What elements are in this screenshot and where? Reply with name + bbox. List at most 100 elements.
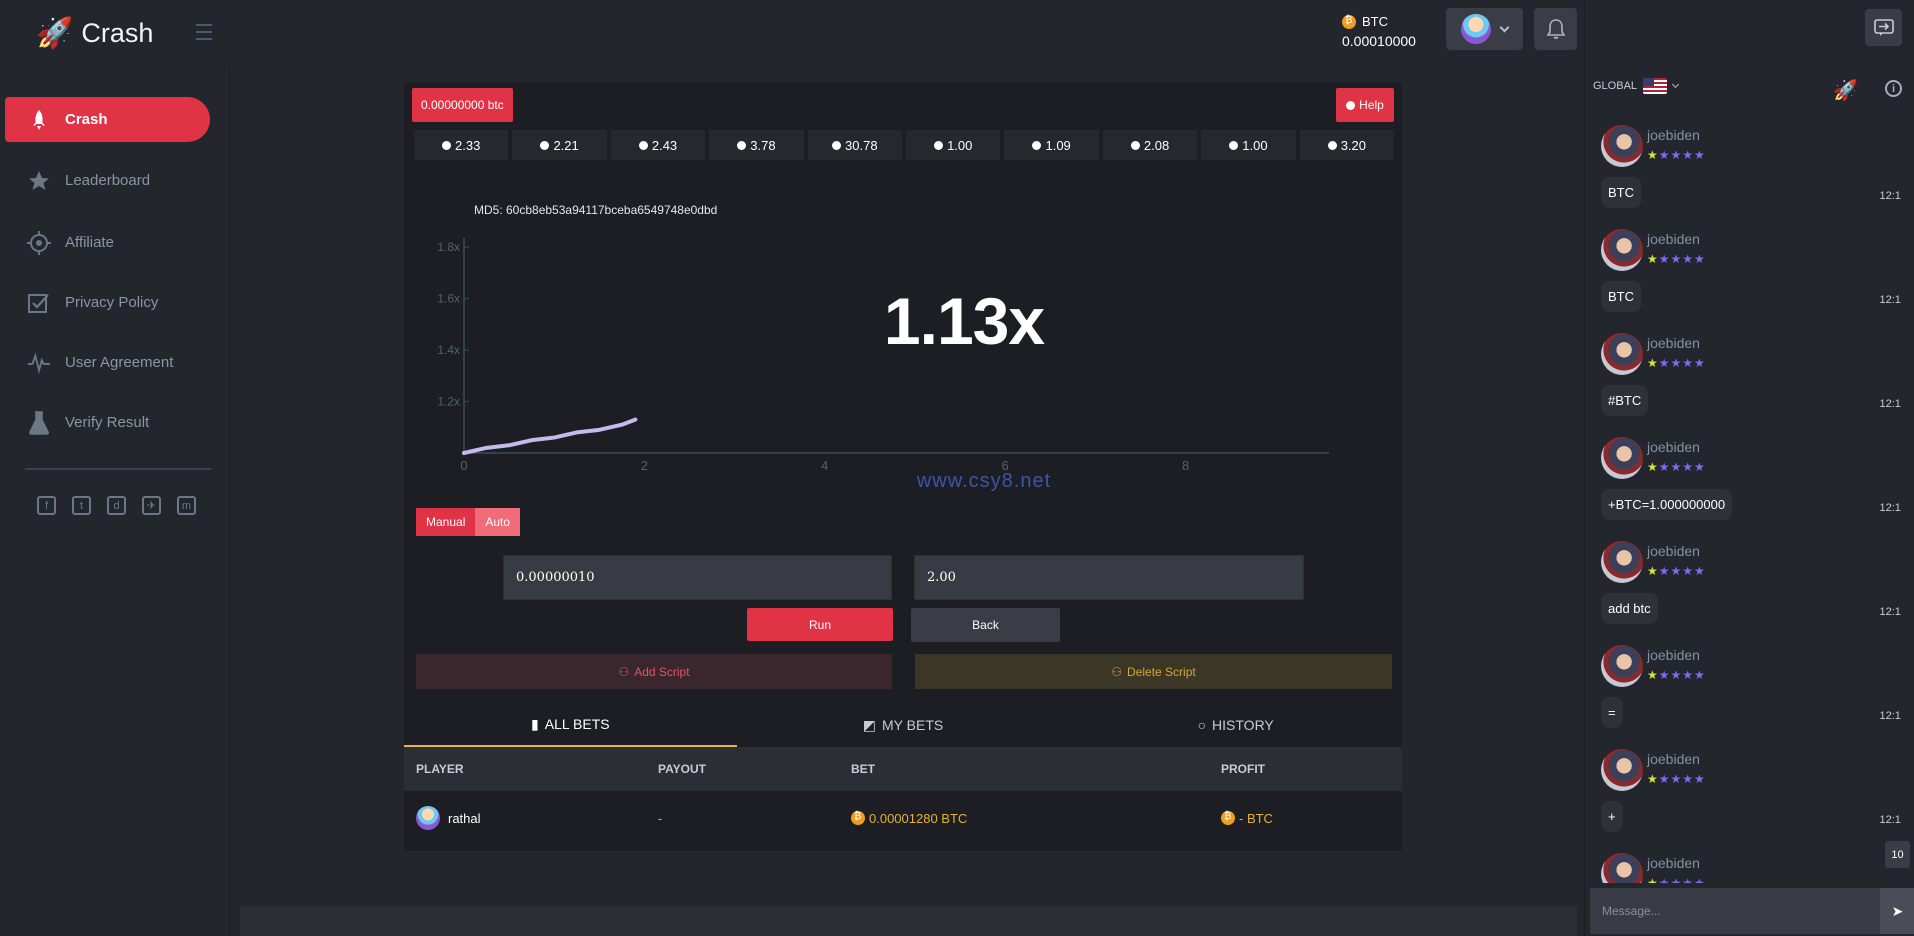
twitter-icon[interactable]: t: [72, 496, 91, 515]
chat-message: joebiden ★★★★★ +BTC=1.000000000 12:13: [1601, 437, 1901, 541]
medium-icon[interactable]: m: [177, 496, 196, 515]
send-icon: ➤: [1891, 902, 1904, 919]
chat-username[interactable]: joebiden: [1647, 855, 1700, 871]
history-value: 2.43: [651, 137, 678, 153]
history-item[interactable]: 30.78: [807, 130, 903, 160]
chat-time: 12:13: [1879, 398, 1901, 410]
column-header: PLAYER: [416, 762, 464, 776]
chat-message-input[interactable]: Message...: [1590, 888, 1880, 934]
rocket-icon[interactable]: 🚀: [1833, 78, 1858, 103]
avatar[interactable]: [1601, 437, 1643, 479]
chat-time: 12:13: [1879, 606, 1901, 618]
profit-cell: - BTC: [1221, 811, 1273, 826]
round-hash: MD5: 60cb8eb53a94117bceba6549748e0dbd: [474, 203, 718, 217]
back-button[interactable]: Back: [911, 608, 1060, 642]
chat-message: joebiden ★★★★★ BTC 12:13: [1601, 125, 1901, 229]
player-cell[interactable]: rathal: [416, 806, 481, 830]
bell-icon: [1546, 19, 1565, 39]
tab-my-bets[interactable]: ◩ MY BETS: [737, 703, 1070, 747]
info-dot-icon: [1346, 100, 1356, 110]
target-icon: [27, 230, 51, 255]
menu-toggle-icon[interactable]: [196, 24, 212, 40]
history-item[interactable]: 1.00: [906, 130, 1001, 160]
avatar[interactable]: [1601, 229, 1643, 271]
history-item[interactable]: 1.09: [1004, 130, 1099, 160]
y-tick-label: 1.2x: [437, 395, 460, 409]
chat-username[interactable]: joebiden: [1647, 335, 1700, 351]
history-item[interactable]: 2.43: [610, 130, 706, 160]
history-item[interactable]: 3.78: [709, 130, 804, 160]
x-tick-label: 0: [460, 458, 467, 473]
chat-username[interactable]: joebiden: [1647, 543, 1700, 559]
chat-time: 12:13: [1879, 190, 1901, 202]
history-item[interactable]: 2.08: [1102, 130, 1198, 160]
rank-stars: ★★★★★: [1647, 252, 1706, 266]
chat-toggle-button[interactable]: [1865, 9, 1902, 46]
chat-username[interactable]: joebiden: [1647, 127, 1700, 143]
avatar[interactable]: [1601, 853, 1643, 883]
watermark: www.csy8.net: [916, 470, 1052, 492]
unread-count-badge[interactable]: 10: [1885, 841, 1910, 868]
notifications-button[interactable]: [1534, 8, 1577, 50]
chat-username[interactable]: joebiden: [1647, 647, 1700, 663]
info-icon[interactable]: i: [1885, 80, 1902, 97]
history-item[interactable]: 3.20: [1299, 130, 1395, 160]
pulse-icon: [27, 351, 51, 375]
history-item[interactable]: 1.00: [1201, 130, 1296, 160]
chat-bubble: BTC: [1601, 281, 1641, 312]
help-button[interactable]: Help: [1336, 88, 1394, 122]
tab-history[interactable]: ○ HISTORY: [1069, 703, 1402, 747]
manual-mode-button[interactable]: Manual: [416, 508, 476, 536]
logo[interactable]: 🚀 Crash: [36, 18, 153, 49]
current-bet-badge[interactable]: 0.00000000 btc: [412, 88, 513, 122]
tab-all-bets[interactable]: ▮ ALL BETS: [404, 703, 737, 747]
dot-icon: [1032, 140, 1042, 150]
history-value: 3.20: [1340, 137, 1367, 153]
rocket-logo-icon: 🚀: [36, 16, 74, 50]
column-header: PROFIT: [1221, 762, 1265, 776]
bets-tabs: ▮ ALL BETS ◩ MY BETS ○ HISTORY: [404, 703, 1402, 747]
bet-amount-input[interactable]: 0.00000010: [503, 555, 892, 600]
rank-stars: ★★★★★: [1647, 148, 1706, 162]
chat-username[interactable]: joebiden: [1647, 751, 1700, 767]
sidebar-item-user-agreement[interactable]: User Agreement: [5, 340, 210, 385]
add-script-button[interactable]: ⚇ Add Script: [416, 654, 892, 689]
auto-mode-button[interactable]: Auto: [475, 508, 521, 536]
chat-message: joebiden ★★★★★ BTC 12:13: [1601, 229, 1901, 333]
sidebar-item-verify-result[interactable]: Verify Result: [5, 400, 210, 445]
sidebar-item-leaderboard[interactable]: Leaderboard: [5, 158, 210, 203]
sidebar-divider: [25, 468, 211, 470]
x-tick-label: 8: [1182, 458, 1189, 473]
chat-bubble: +BTC=1.000000000: [1601, 489, 1733, 520]
sidebar-item-crash[interactable]: Crash: [5, 97, 210, 142]
avatar[interactable]: [1601, 125, 1643, 167]
send-button[interactable]: ➤: [1880, 888, 1914, 934]
avatar: [1461, 14, 1491, 44]
chat-username[interactable]: joebiden: [1647, 231, 1700, 247]
sidebar-item-privacy-policy[interactable]: Privacy Policy: [5, 280, 210, 325]
sidebar-item-label: User Agreement: [65, 354, 174, 371]
sidebar-item-affiliate[interactable]: Affiliate: [5, 220, 210, 265]
discord-icon[interactable]: d: [107, 496, 126, 515]
facebook-icon[interactable]: f: [37, 496, 56, 515]
avatar[interactable]: [1601, 333, 1643, 375]
wallet-balance[interactable]: BTC 0.00010000: [1342, 14, 1416, 49]
telegram-icon[interactable]: ✈: [142, 496, 161, 515]
chat-panel: GLOBAL 🚀 i joebiden ★★★★★ BTC 12:13 joeb…: [1584, 0, 1914, 936]
chat-bubble: =: [1601, 697, 1623, 728]
avatar[interactable]: [1601, 541, 1643, 583]
delete-script-button[interactable]: ⚇ Delete Script: [915, 654, 1392, 689]
auto-cashout-input[interactable]: 2.00: [914, 555, 1304, 600]
profit-value: - BTC: [1239, 810, 1273, 826]
history-item[interactable]: 2.33: [414, 130, 509, 160]
chat-room-selector[interactable]: GLOBAL: [1593, 78, 1680, 94]
history-item[interactable]: 2.21: [512, 130, 607, 160]
run-button[interactable]: Run: [747, 608, 893, 641]
avatar[interactable]: [1601, 645, 1643, 687]
avatar[interactable]: [1601, 749, 1643, 791]
user-menu-button[interactable]: [1446, 8, 1523, 50]
sidebar: Crash Leaderboard Affiliate Privacy Poli…: [0, 66, 230, 936]
sidebar-item-label: Verify Result: [65, 414, 150, 431]
social-links: f t d ✈ m: [37, 496, 196, 515]
chat-username[interactable]: joebiden: [1647, 439, 1700, 455]
